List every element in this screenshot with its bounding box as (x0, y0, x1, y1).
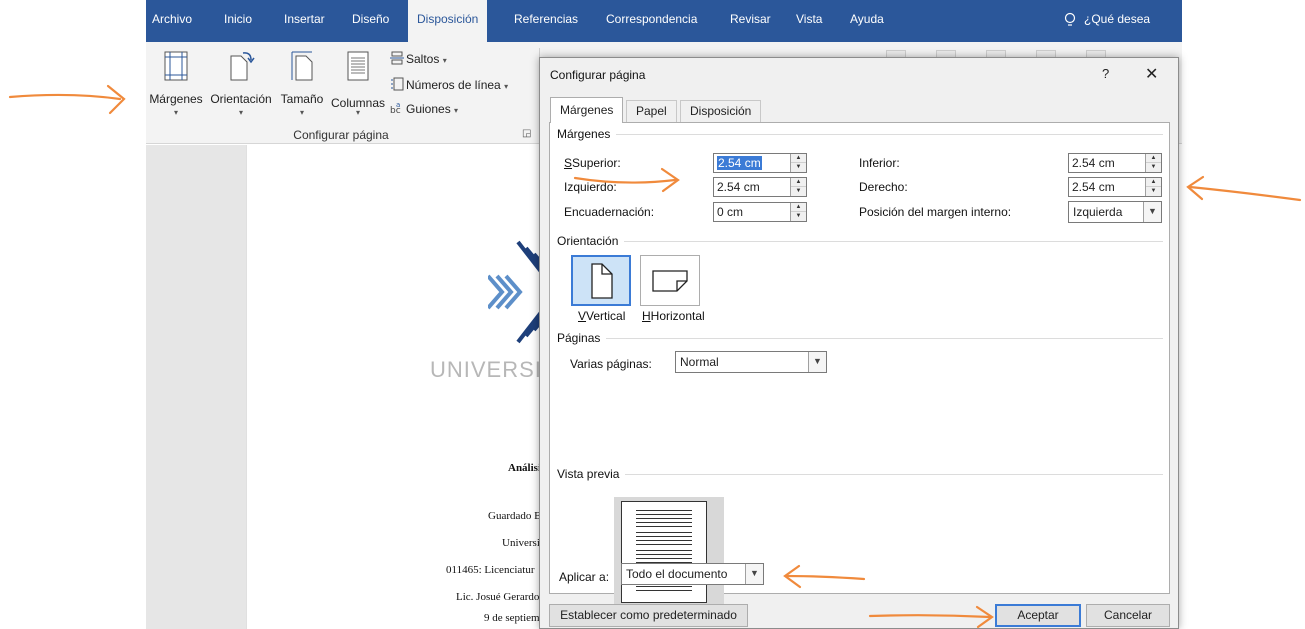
arrow-to-ok-button (868, 614, 992, 619)
annotation-arrows (8, 84, 1302, 629)
arrow-to-margins-button (8, 93, 122, 101)
tab-margenes[interactable]: Márgenes (550, 97, 624, 123)
arrow-to-right-margin (1188, 185, 1302, 202)
arrow-to-left-margin (573, 176, 677, 184)
arrow-to-apply-to (784, 574, 866, 581)
